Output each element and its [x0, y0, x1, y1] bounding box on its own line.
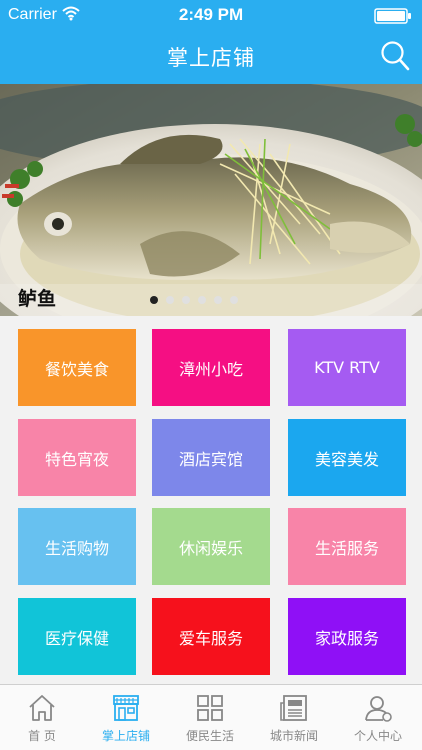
category-label: 餐饮美食	[44, 359, 109, 379]
tab-store[interactable]: 掌上店铺	[84, 685, 168, 750]
status-time: 2:49 PM	[178, 5, 244, 24]
tab-label: 便民生活	[185, 729, 234, 743]
search-icon[interactable]	[380, 40, 410, 72]
carousel-indicator	[150, 296, 238, 308]
category-tile[interactable]: 美容美发	[288, 419, 406, 496]
carousel-dot[interactable]	[214, 296, 222, 304]
tab-news[interactable]: 城市新闻	[252, 685, 336, 750]
category-label: 生活服务	[314, 538, 379, 558]
category-tile[interactable]: 特色宵夜	[18, 419, 136, 496]
carousel-dot[interactable]	[182, 296, 190, 304]
home-icon	[29, 695, 55, 721]
tab-home[interactable]: 首 页	[0, 685, 84, 750]
banner-image	[0, 84, 422, 316]
category-label: 特色宵夜	[44, 449, 109, 469]
banner-caption: 鲈鱼	[18, 288, 57, 310]
tab-profile[interactable]: 个人中心	[336, 685, 420, 750]
category-tile[interactable]: 医疗保健	[18, 598, 136, 675]
category-label: 家政服务	[314, 628, 379, 648]
grid-icon	[197, 695, 223, 721]
tab-label: 掌上店铺	[101, 729, 150, 743]
tab-bar: 首 页 掌上店铺 便民生活 城市新闻 个人中心	[0, 684, 422, 750]
category-tile[interactable]: 家政服务	[288, 598, 406, 675]
tab-label: 个人中心	[353, 729, 402, 743]
category-tile[interactable]: 餐饮美食	[18, 329, 136, 406]
tab-services[interactable]: 便民生活	[168, 685, 252, 750]
category-label: KTV RTV	[314, 358, 380, 377]
category-tile[interactable]: KTV RTV	[288, 329, 406, 406]
newspaper-icon	[280, 695, 307, 721]
page-title: 掌上店铺	[167, 46, 255, 70]
battery-icon	[374, 8, 411, 24]
storefront-icon	[113, 695, 139, 721]
category-label: 爱车服务	[178, 628, 243, 648]
category-tile[interactable]: 酒店宾馆	[152, 419, 270, 496]
category-tile[interactable]: 休闲娱乐	[152, 508, 270, 585]
tab-label: 首 页	[28, 729, 56, 743]
category-label: 生活购物	[44, 538, 109, 558]
category-tile[interactable]: 漳州小吃	[152, 329, 270, 406]
banner-carousel[interactable]: 鲈鱼	[0, 84, 422, 316]
status-bar: Carrier 2:49 PM	[0, 0, 422, 30]
user-icon	[365, 696, 392, 722]
category-label: 酒店宾馆	[178, 449, 243, 469]
tab-label: 城市新闻	[269, 729, 318, 743]
carousel-dot[interactable]	[150, 296, 158, 304]
category-label: 美容美发	[314, 449, 379, 469]
category-label: 休闲娱乐	[178, 538, 243, 558]
category-tile[interactable]: 爱车服务	[152, 598, 270, 675]
category-tile[interactable]: 生活服务	[288, 508, 406, 585]
carousel-dot[interactable]	[198, 296, 206, 304]
category-grid: 餐饮美食 漳州小吃 KTV RTV 特色宵夜 酒店宾馆 美容美发生活购物 休闲娱乐 生活服务医…	[0, 316, 422, 684]
carousel-dot[interactable]	[230, 296, 238, 304]
category-label: 漳州小吃	[178, 359, 243, 379]
category-label: 医疗保健	[44, 628, 109, 648]
nav-bar: 掌上店铺	[0, 30, 422, 84]
carousel-dot[interactable]	[166, 296, 174, 304]
category-tile[interactable]: 生活购物	[18, 508, 136, 585]
